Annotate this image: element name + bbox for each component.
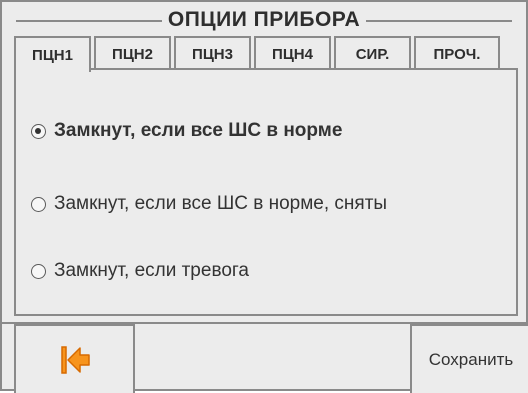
- tab-label: ПЦН1: [32, 46, 73, 64]
- save-button[interactable]: Сохранить: [410, 324, 528, 393]
- option-label: Замкнут, если тревога: [54, 260, 249, 281]
- tab-panel-pcn1: Замкнут, если все ШС в норме Замкнут, ес…: [14, 68, 518, 316]
- tab-pcn4[interactable]: ПЦН4: [254, 36, 331, 70]
- radio-unselected-icon[interactable]: [31, 196, 46, 212]
- arrow-left-to-bar-icon: [60, 345, 90, 374]
- option-closed-all-normal[interactable]: Замкнут, если все ШС в норме: [31, 120, 342, 142]
- tab-label: ПЦН2: [112, 45, 153, 63]
- tab-pcn1[interactable]: ПЦН1: [14, 36, 91, 72]
- tab-pcn3[interactable]: ПЦН3: [174, 36, 251, 70]
- device-options-window: ОПЦИИ ПРИБОРА ПЦН1 ПЦН2 ПЦН3 ПЦН4 СИР. П…: [0, 0, 528, 393]
- tab-label: ПЦН3: [192, 45, 233, 63]
- option-closed-alarm[interactable]: Замкнут, если тревога: [31, 260, 249, 282]
- tab-pcn2[interactable]: ПЦН2: [94, 36, 171, 70]
- back-button[interactable]: [14, 324, 135, 393]
- option-closed-all-normal-disarmed[interactable]: Замкнут, если все ШС в норме, сняты: [31, 193, 387, 215]
- tab-label: ПЦН4: [272, 45, 313, 63]
- page-title: ОПЦИИ ПРИБОРА: [2, 8, 526, 32]
- tab-siren[interactable]: СИР.: [334, 36, 411, 70]
- tab-label: ПРОЧ.: [433, 45, 481, 63]
- page-title-text: ОПЦИИ ПРИБОРА: [161, 8, 367, 31]
- radio-unselected-icon[interactable]: [31, 263, 46, 279]
- tab-other[interactable]: ПРОЧ.: [414, 36, 500, 70]
- tab-bar: ПЦН1 ПЦН2 ПЦН3 ПЦН4 СИР. ПРОЧ.: [14, 36, 503, 72]
- option-label: Замкнут, если все ШС в норме, сняты: [54, 193, 388, 214]
- save-button-label: Сохранить: [428, 349, 514, 369]
- option-label: Замкнут, если все ШС в норме: [54, 120, 343, 141]
- tab-label: СИР.: [355, 45, 390, 63]
- radio-selected-icon[interactable]: [31, 123, 46, 139]
